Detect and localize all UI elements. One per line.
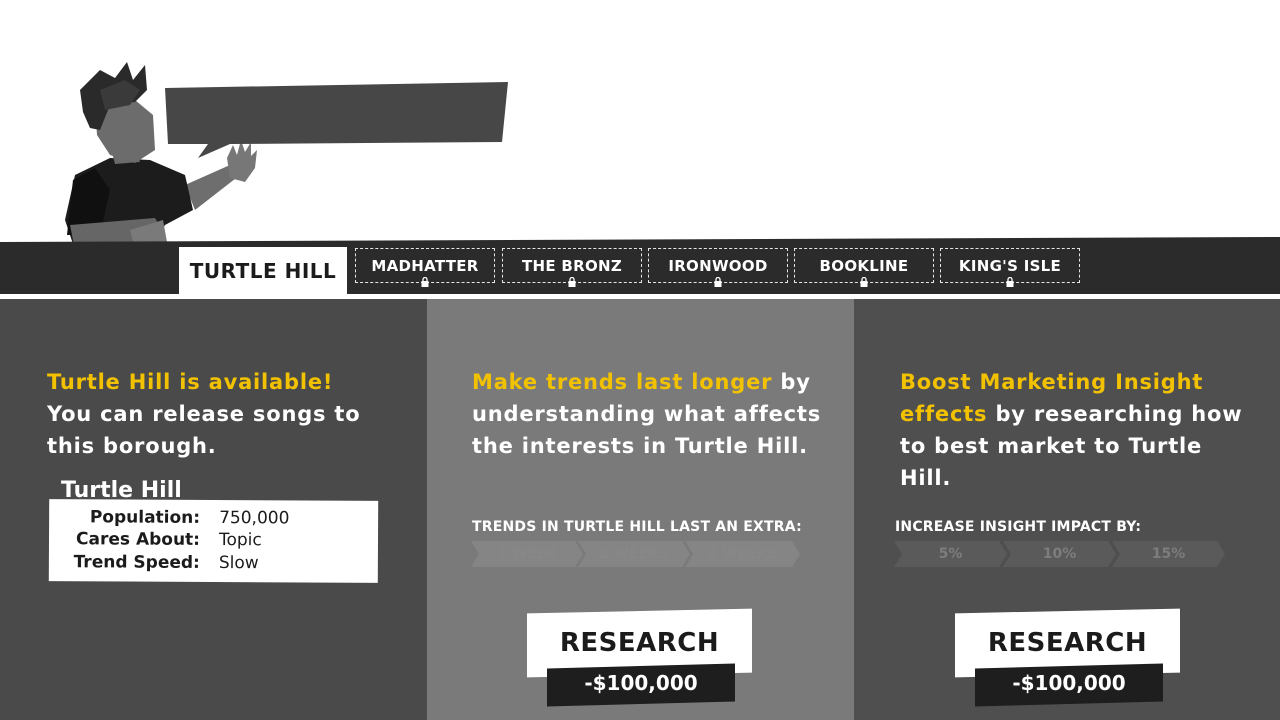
info-row-trend-speed: Trend Speed: Slow: [49, 552, 378, 577]
tab-label: IRONWOOD: [668, 256, 768, 275]
info-key: Trend Speed:: [73, 552, 200, 573]
tab-ironwood[interactable]: IRONWOOD: [648, 248, 788, 287]
trend-description: Make trends last longer by understanding…: [472, 366, 822, 462]
insight-description: Boost Marketing Insight effects by resea…: [900, 366, 1260, 494]
tab-madhatter[interactable]: MADHATTER: [355, 248, 495, 287]
tab-label: MADHATTER: [371, 256, 479, 275]
research-label: RESEARCH: [559, 628, 720, 658]
info-row-population: Population: 750,000: [49, 507, 378, 532]
speech-bubble: [165, 82, 508, 158]
research-cost: -$100,000: [1012, 671, 1126, 695]
lock-icon: [860, 277, 868, 287]
tab-label: BOOKLINE: [819, 256, 909, 275]
info-value: Topic: [218, 530, 262, 551]
research-cost: -$100,000: [584, 671, 698, 695]
availability-text: Turtle Hill is available! You can releas…: [47, 366, 387, 462]
option-label: 1 WEEK: [496, 546, 558, 562]
lock-icon: [1006, 277, 1014, 287]
tab-bookline[interactable]: BOOKLINE: [794, 248, 934, 287]
info-value: 750,000: [219, 508, 290, 529]
tab-turtle-hill[interactable]: TURTLE HILL: [179, 247, 347, 295]
option-label: 5%: [938, 546, 963, 562]
trend-highlight: Make trends last longer: [472, 370, 773, 394]
tab-label: THE BRONZ: [521, 256, 623, 275]
research-trend-button[interactable]: RESEARCH -$100,000: [527, 608, 757, 707]
option-label: 15%: [1151, 546, 1186, 562]
borough-info-card: Population: 750,000 Cares About: Topic T…: [48, 499, 379, 583]
tab-label: KING'S ISLE: [958, 256, 1062, 275]
info-key: Cares About:: [76, 529, 201, 550]
info-key: Population:: [89, 507, 201, 528]
option-label: 10%: [1042, 546, 1077, 562]
option-label: 3 WEEKS: [707, 546, 778, 562]
info-row-cares-about: Cares About: Topic: [49, 529, 378, 554]
lock-icon: [568, 277, 576, 287]
lock-icon: [714, 277, 722, 287]
insight-level-indicator: 5% 10% 15%: [894, 541, 1226, 567]
option-label: 2 WEEKS: [598, 546, 670, 562]
info-value: Slow: [218, 553, 259, 574]
availability-body: You can release songs to this borough.: [47, 402, 361, 458]
trend-level-indicator: 1 WEEK 2 WEEKS 3 WEEKS: [471, 541, 801, 567]
tab-the-bronz[interactable]: THE BRONZ: [502, 248, 642, 287]
borough-card-title: Turtle Hill: [61, 478, 182, 503]
tab-kings-isle[interactable]: KING'S ISLE: [940, 248, 1080, 287]
research-insight-button[interactable]: RESEARCH -$100,000: [955, 608, 1185, 707]
lock-icon: [421, 277, 429, 287]
research-label: RESEARCH: [987, 628, 1148, 658]
insight-impact-label: INCREASE INSIGHT IMPACT BY:: [895, 519, 1142, 535]
trend-extra-label: TRENDS IN TURTLE HILL LAST AN EXTRA:: [472, 519, 802, 535]
availability-headline: Turtle Hill is available!: [47, 370, 334, 394]
